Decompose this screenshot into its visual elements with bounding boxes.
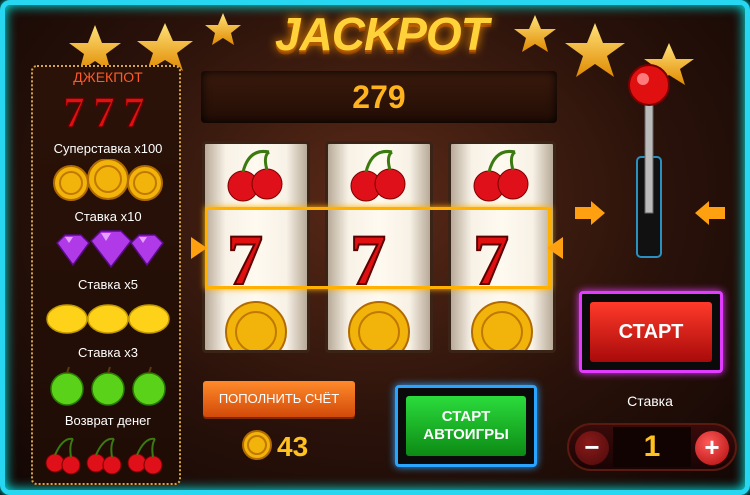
paytable-row-label: Суперставка x100: [53, 141, 163, 156]
slot-machine-frame: JACKPOT ДЖЕКПОТ 777 Суперставка x100 Ста…: [0, 0, 750, 495]
jackpot-counter: 279: [201, 71, 557, 123]
jackpot-counter-value: 279: [352, 79, 406, 115]
balance-value: 43: [277, 431, 309, 462]
svg-text:7: 7: [123, 88, 145, 131]
lever-arrow-right-icon: [695, 201, 725, 225]
reel-2: 7: [325, 141, 433, 353]
autoplay-label-line2: АВТОИГРЫ: [423, 426, 509, 443]
reel-1: 7: [202, 141, 310, 353]
paytable-row-label: Ставка x5: [78, 277, 138, 292]
reel-symbols: 7: [348, 149, 410, 350]
bet-value: 1: [613, 427, 691, 467]
payline-arrow-right-icon: [547, 237, 563, 259]
coin-icon: [242, 430, 272, 460]
autoplay-button[interactable]: СТАРТ АВТОИГРЫ: [406, 396, 526, 456]
balance: 43: [241, 429, 361, 465]
svg-text:7: 7: [350, 220, 386, 300]
reel-3: 7: [448, 141, 556, 353]
deposit-button[interactable]: ПОПОЛНИТЬ СЧЁТ: [203, 381, 355, 417]
jackpot-777-icon: 777: [62, 87, 146, 131]
payline-arrow-left-icon: [191, 237, 207, 259]
autoplay-button-frame: СТАРТ АВТОИГРЫ: [395, 385, 537, 467]
bet-decrease-button[interactable]: −: [575, 431, 609, 465]
coin-icon: [53, 159, 163, 201]
apple-icon: [50, 366, 166, 406]
gem-icon: [56, 230, 164, 269]
svg-text:7: 7: [227, 220, 263, 300]
autoplay-label-line1: СТАРТ: [441, 408, 491, 425]
paytable-row-label: Ставка x3: [78, 345, 138, 360]
jackpot-label: ДЖЕКПОТ: [73, 69, 143, 85]
lever-arrow-left-icon: [575, 201, 605, 225]
bet-stepper: − 1 +: [567, 423, 737, 471]
reel-symbols: 7: [225, 149, 287, 350]
lever[interactable]: [617, 61, 681, 271]
cherry-icon: [45, 437, 163, 475]
start-button-frame: СТАРТ: [579, 291, 723, 373]
jackpot-title: JACKPOT: [275, 8, 489, 60]
start-button[interactable]: СТАРТ: [590, 302, 712, 362]
paytable-row-label: Возврат денег: [64, 413, 152, 428]
svg-text:7: 7: [63, 88, 85, 131]
lemon-icon: [46, 304, 170, 334]
paytable: ДЖЕКПОТ 777 Суперставка x100 Ставка x10 …: [31, 65, 181, 485]
svg-text:7: 7: [473, 220, 509, 300]
paytable-row-label: Ставка x10: [74, 209, 142, 224]
bet-increase-button[interactable]: +: [695, 431, 729, 465]
svg-text:7: 7: [93, 88, 115, 131]
bet-label: Ставка: [627, 393, 673, 409]
reel-symbols: 7: [471, 149, 533, 350]
